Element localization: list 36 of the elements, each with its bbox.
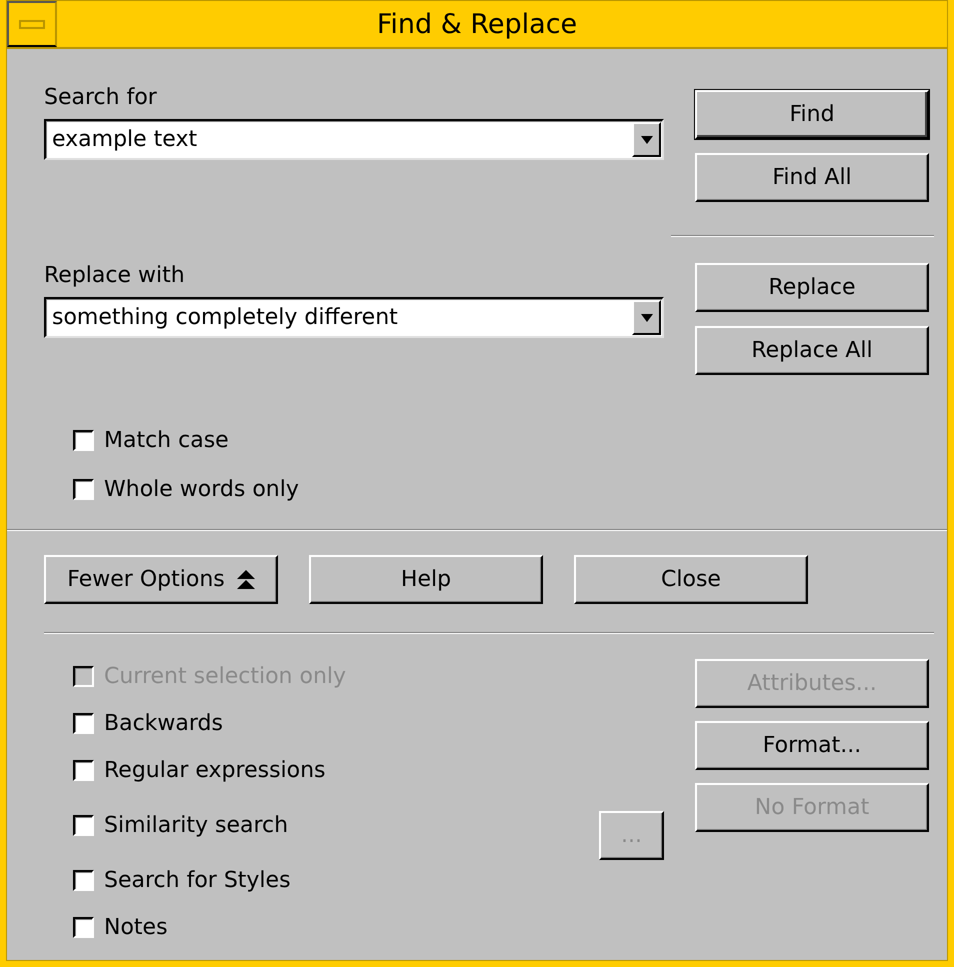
checkbox[interactable] xyxy=(73,430,94,450)
find-button[interactable]: Find xyxy=(695,90,929,139)
caret-icon xyxy=(640,314,652,322)
field-label: Search for xyxy=(44,85,158,112)
format-button[interactable]: Format... xyxy=(695,721,929,770)
checkbox[interactable] xyxy=(73,814,94,836)
checkbox[interactable] xyxy=(73,478,94,500)
checkbox[interactable] xyxy=(73,870,94,890)
dropdown-button[interactable] xyxy=(632,122,661,157)
checkbox-label: Notes xyxy=(104,914,168,940)
replace-button[interactable]: Replace All xyxy=(695,326,929,375)
text-field[interactable]: example text xyxy=(46,127,632,152)
window-title: Find & Replace xyxy=(376,8,578,40)
combo-box[interactable]: example text xyxy=(44,119,664,160)
find-button[interactable]: Find All xyxy=(695,153,929,202)
combo-box[interactable]: something completely different xyxy=(44,297,664,338)
dialog-button[interactable]: Close xyxy=(574,555,808,604)
caret-icon xyxy=(640,136,652,144)
checkbox-label: Backwards xyxy=(104,710,223,736)
dialog-button[interactable]: Help xyxy=(309,555,543,604)
checkbox-label: Match case xyxy=(104,428,229,452)
minimize-icon xyxy=(19,20,45,28)
checkbox-label: Regular expressions xyxy=(104,758,326,782)
checkbox[interactable] xyxy=(73,712,94,734)
checkbox-label: Whole words only xyxy=(104,476,299,502)
checkbox[interactable] xyxy=(73,916,94,938)
replace-button[interactable]: Replace xyxy=(695,263,929,312)
checkbox[interactable] xyxy=(73,760,94,780)
window-menu-button[interactable] xyxy=(7,1,57,47)
dropdown-button[interactable] xyxy=(632,300,661,335)
field-label: Replace with xyxy=(44,263,186,290)
collapse-arrows-icon xyxy=(236,570,255,590)
text-field[interactable]: something completely different xyxy=(46,305,632,330)
checkbox-label: Search for Styles xyxy=(104,868,291,892)
options-toggle-button[interactable]: Fewer Options xyxy=(44,555,278,604)
checkbox-label: Similarity search xyxy=(104,812,288,838)
